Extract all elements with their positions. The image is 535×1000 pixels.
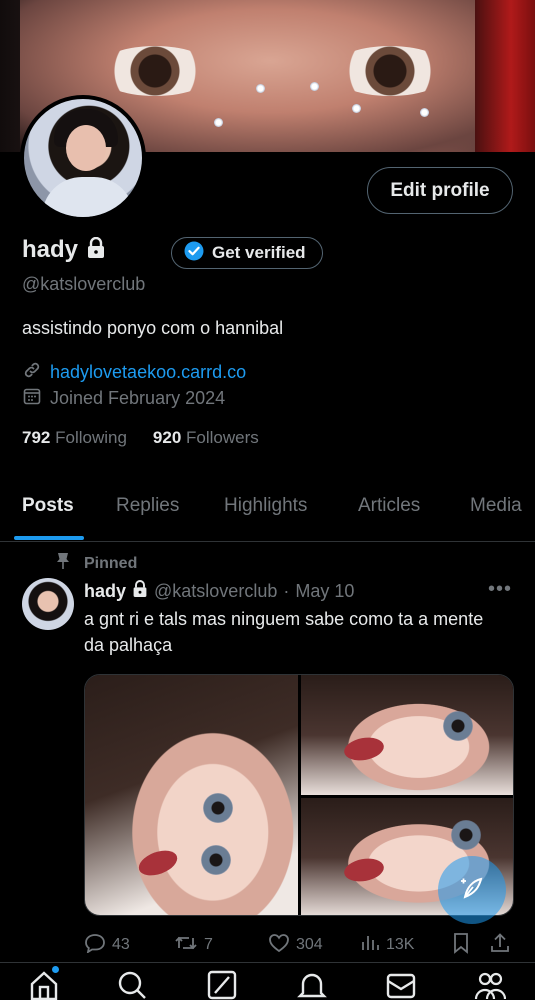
photo-eye (203, 793, 233, 823)
profile-joined: Joined February 2024 (22, 386, 225, 411)
edit-profile-button[interactable]: Edit profile (367, 167, 513, 214)
lock-icon (132, 580, 148, 603)
avatar-face (66, 125, 106, 171)
photo-lips (135, 845, 181, 881)
banner-gem (310, 82, 319, 91)
more-horizontal-icon[interactable]: ••• (488, 578, 512, 601)
photo-eye (451, 820, 481, 850)
heart-icon (268, 933, 290, 958)
banner-red-edge (475, 0, 535, 152)
following-stat[interactable]: 792 Following (22, 428, 127, 448)
photo-lips (342, 855, 386, 885)
get-verified-label: Get verified (212, 243, 306, 262)
joined-date: Joined February 2024 (50, 388, 226, 408)
photo-eye (443, 711, 473, 741)
tab-posts[interactable]: Posts (22, 495, 74, 517)
reply-action[interactable]: 43 (84, 933, 130, 958)
profile-bio: assistindo ponyo com o hannibal (22, 318, 284, 338)
post-actions: 43 7 304 13K (84, 932, 514, 958)
messages-icon[interactable] (385, 969, 417, 1000)
compose-button[interactable] (438, 856, 506, 924)
tab-replies[interactable]: Replies (116, 495, 179, 517)
compose-feather-icon (457, 873, 487, 908)
share-icon (490, 932, 510, 959)
bottom-navigation (0, 962, 535, 1000)
photo-lips (342, 734, 386, 764)
photo-eye (201, 845, 231, 875)
post-avatar[interactable] (22, 578, 74, 630)
profile-name-row: hady (22, 236, 106, 264)
post-header: hady @katsloverclub · May 10 (84, 580, 354, 603)
banner-gem (214, 118, 223, 127)
profile-tabs: Posts Replies Highlights Articles Media (0, 480, 535, 542)
get-verified-button[interactable]: Get verified (171, 237, 323, 269)
pinned-indicator: Pinned (56, 552, 137, 575)
post-text: a gnt ri e tals mas ninguem sabe como ta… (84, 609, 484, 655)
followers-stat[interactable]: 920 Followers (153, 428, 259, 448)
pinned-label: Pinned (84, 554, 138, 572)
notifications-icon[interactable] (296, 969, 328, 1000)
search-icon[interactable] (116, 969, 148, 1000)
banner-eye-left (95, 46, 215, 96)
tab-media[interactable]: Media (470, 495, 522, 517)
share-action[interactable] (490, 932, 510, 959)
home-icon[interactable] (28, 969, 60, 1000)
post-author-handle[interactable]: @katsloverclub (154, 581, 277, 602)
communities-icon[interactable] (474, 969, 507, 1000)
views-chart-icon (360, 933, 380, 958)
tab-articles[interactable]: Articles (358, 495, 420, 517)
avatar-shirt (42, 177, 134, 217)
bookmark-icon (452, 932, 470, 959)
following-count: 792 (22, 428, 51, 447)
banner-eye-right (330, 46, 450, 96)
post-photo[interactable] (301, 675, 513, 795)
banner-gem (420, 108, 429, 117)
post-separator: · (283, 581, 290, 601)
post-author-name[interactable]: hady (84, 581, 126, 602)
active-tab-indicator (14, 536, 84, 540)
views-count: 13K (386, 936, 415, 953)
repost-icon (174, 933, 198, 958)
tab-highlights[interactable]: Highlights (224, 495, 307, 517)
following-label: Following (55, 428, 127, 447)
repost-count: 7 (204, 936, 213, 953)
banner-gem (256, 84, 265, 93)
profile-stats: 792 Following 920 Followers (22, 428, 259, 448)
bookmark-action[interactable] (452, 932, 470, 959)
post-date[interactable]: May 10 (295, 581, 354, 602)
profile-name: hady (22, 236, 79, 263)
banner-gem (352, 104, 361, 113)
like-action[interactable]: 304 (268, 933, 323, 958)
like-count: 304 (296, 936, 323, 953)
followers-label: Followers (186, 428, 259, 447)
repost-action[interactable]: 7 (174, 933, 213, 958)
views-action[interactable]: 13K (360, 933, 414, 958)
profile-handle: @katsloverclub (22, 274, 146, 294)
link-icon (22, 360, 42, 385)
grok-icon[interactable] (206, 969, 238, 1000)
followers-count: 920 (152, 428, 182, 447)
lock-icon (86, 236, 106, 264)
website-link[interactable]: hadylovetaekoo.carrd.co (50, 362, 246, 383)
pin-icon (56, 552, 70, 575)
reply-icon (84, 933, 106, 958)
post-photo[interactable] (85, 675, 298, 915)
verified-badge-icon (184, 241, 204, 266)
profile-avatar[interactable] (20, 95, 146, 221)
calendar-icon (22, 386, 42, 411)
profile-website: hadylovetaekoo.carrd.co (22, 360, 246, 385)
reply-count: 43 (112, 936, 130, 953)
